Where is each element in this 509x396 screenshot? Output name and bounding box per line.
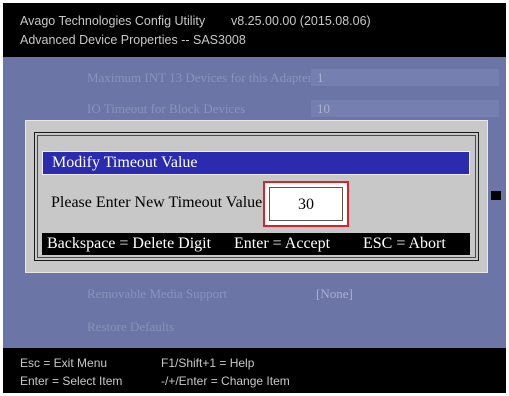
option-io-timeout-value[interactable]: 10 <box>311 100 499 117</box>
header-line-1: Avago Technologies Config Utility v8.25.… <box>20 14 371 28</box>
help-enter: Enter = Accept <box>234 235 331 252</box>
app-title: Avago Technologies Config Utility <box>20 14 206 28</box>
modify-timeout-dialog: Modify Timeout Value Please Enter New Ti… <box>25 120 488 273</box>
footer-change-hint: -/+/Enter = Change Item <box>161 374 290 388</box>
page-title: Advanced Device Properties -- SAS3008 <box>20 33 246 47</box>
dialog-title: Modify Timeout Value <box>42 151 470 175</box>
timeout-input-highlight: 30 <box>263 181 349 227</box>
timeout-prompt: Please Enter New Timeout Value <box>51 194 263 211</box>
dialog-help-bar: Backspace = Delete Digit Enter = Accept … <box>42 233 470 255</box>
timeout-input[interactable]: 30 <box>269 187 343 221</box>
footer-help-hint: F1/Shift+1 = Help <box>161 356 255 370</box>
help-backspace: Backspace = Delete Digit <box>47 235 212 252</box>
option-max-int13-value[interactable]: 1 <box>311 69 499 86</box>
option-removable-media-value[interactable]: [None] <box>316 286 353 302</box>
help-esc: ESC = Abort <box>363 235 446 252</box>
version-label: v8.25.00.00 (2015.08.06) <box>231 14 371 28</box>
footer-enter-hint: Enter = Select Item <box>20 374 123 388</box>
option-max-int13-label[interactable]: Maximum INT 13 Devices for this Adapter <box>87 70 312 86</box>
header-bar: Avago Technologies Config Utility v8.25.… <box>3 3 506 57</box>
option-removable-media-label[interactable]: Removable Media Support <box>87 286 227 302</box>
option-restore-defaults[interactable]: Restore Defaults <box>87 319 174 335</box>
footer-bar: Esc = Exit Menu Enter = Select Item F1/S… <box>3 348 506 393</box>
option-io-timeout-label[interactable]: IO Timeout for Block Devices <box>87 101 245 117</box>
footer-esc-hint: Esc = Exit Menu <box>20 356 108 370</box>
screen-artifact <box>491 191 501 200</box>
bios-screen: Avago Technologies Config Utility v8.25.… <box>3 3 506 393</box>
